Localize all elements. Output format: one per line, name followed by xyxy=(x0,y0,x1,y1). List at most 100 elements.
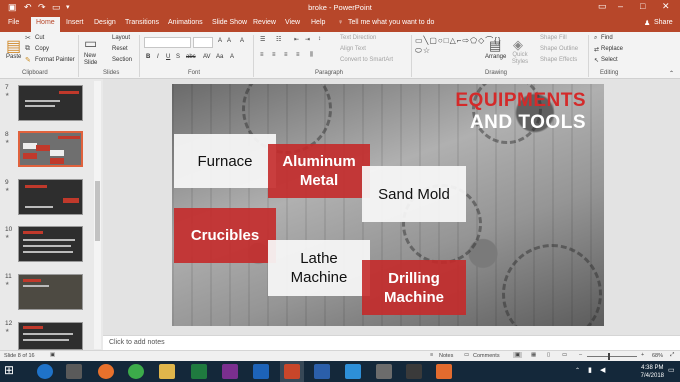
shadow-icon[interactable]: S xyxy=(176,54,180,60)
paste-icon[interactable]: ▤ xyxy=(6,36,21,56)
media-icon[interactable] xyxy=(345,364,361,379)
excel-icon[interactable] xyxy=(191,364,207,379)
justify-icon[interactable]: ≡ xyxy=(296,52,300,58)
tab-animations[interactable]: Animations xyxy=(168,19,203,26)
tab-design[interactable]: Design xyxy=(94,19,116,26)
firefox-icon[interactable] xyxy=(98,364,114,379)
thumbnail-scrollbar[interactable] xyxy=(94,81,101,349)
zoom-level[interactable]: 68% xyxy=(652,353,663,359)
aluminum-metal-box[interactable]: Aluminum Metal xyxy=(268,144,370,198)
find-button[interactable]: Find xyxy=(601,35,613,41)
strikethrough-icon[interactable]: abc xyxy=(186,54,196,60)
minimize-button[interactable]: – xyxy=(618,1,623,11)
tab-view[interactable]: View xyxy=(285,19,300,26)
chrome-icon[interactable] xyxy=(128,364,144,379)
drilling-machine-box[interactable]: Drilling Machine xyxy=(362,260,466,315)
zoom-slider-thumb[interactable] xyxy=(608,353,610,360)
notes-button[interactable]: Notes xyxy=(439,353,453,359)
select-button[interactable]: Select xyxy=(601,57,618,63)
italic-icon[interactable]: I xyxy=(157,54,159,60)
change-case-icon[interactable]: Aa xyxy=(216,54,223,60)
shrink-font-icon[interactable]: A xyxy=(227,38,231,44)
font-name-box[interactable] xyxy=(144,37,191,48)
share-icon[interactable]: ♟ xyxy=(644,19,650,27)
align-left-icon[interactable]: ≡ xyxy=(260,52,264,58)
clear-formatting-icon[interactable]: A xyxy=(240,38,244,44)
new-slide-button[interactable]: New Slide xyxy=(84,53,100,67)
slide-title-line1[interactable]: EQUIPMENTS xyxy=(455,90,586,112)
taskbar-clock[interactable]: 4:38 PM 7/4/2018 xyxy=(641,364,664,380)
columns-icon[interactable]: ⫼ xyxy=(310,52,313,59)
shape-fill-button[interactable]: Shape Fill xyxy=(540,35,567,41)
shape-outline-button[interactable]: Shape Outline xyxy=(540,46,578,52)
tab-review[interactable]: Review xyxy=(253,19,276,26)
maximize-button[interactable]: □ xyxy=(640,1,645,11)
slide-thumbnail[interactable] xyxy=(18,179,83,215)
bullets-icon[interactable]: ☰ xyxy=(260,36,265,43)
shape-effects-button[interactable]: Shape Effects xyxy=(540,57,577,63)
layout-button[interactable]: Layout xyxy=(112,35,130,41)
copy-button[interactable]: Copy xyxy=(35,46,49,52)
media-player-icon[interactable] xyxy=(66,364,82,379)
align-right-icon[interactable]: ≡ xyxy=(284,52,288,58)
character-spacing-icon[interactable]: AV xyxy=(203,54,211,60)
text-direction-button[interactable]: Text Direction xyxy=(340,35,376,41)
slide[interactable]: EQUIPMENTS AND TOOLS Furnace Aluminum Me… xyxy=(172,84,604,326)
tell-me-icon[interactable]: ♀ xyxy=(338,19,343,26)
lathe-machine-box[interactable]: Lathe Machine xyxy=(268,240,370,296)
app-icon[interactable] xyxy=(376,364,392,379)
tell-me-box[interactable]: Tell me what you want to do xyxy=(348,19,434,26)
zoom-slider[interactable] xyxy=(587,356,637,357)
align-text-button[interactable]: Align Text xyxy=(340,46,366,52)
word-icon[interactable] xyxy=(314,364,330,379)
spell-check-icon[interactable]: ▣ xyxy=(50,352,55,358)
format-painter-button[interactable]: Format Painter xyxy=(35,57,75,63)
windows-start-icon[interactable]: ⊞ xyxy=(4,363,20,378)
sand-mold-box[interactable]: Sand Mold xyxy=(362,166,466,222)
tab-file[interactable]: File xyxy=(8,19,19,26)
underline-icon[interactable]: U xyxy=(166,54,170,60)
internet-explorer-icon[interactable] xyxy=(37,364,53,379)
tab-help[interactable]: Help xyxy=(311,19,325,26)
paste-button[interactable]: Paste xyxy=(6,54,21,60)
notifications-icon[interactable]: ▭ xyxy=(668,366,675,374)
reset-button[interactable]: Reset xyxy=(112,46,128,52)
slide-thumbnail[interactable] xyxy=(18,322,83,350)
network-icon[interactable]: ▮ xyxy=(588,366,592,374)
tab-transitions[interactable]: Transitions xyxy=(125,19,159,26)
quick-styles-button[interactable]: Quick Styles xyxy=(508,52,532,66)
outlook-icon[interactable] xyxy=(253,364,269,379)
reading-view-icon[interactable]: ▯ xyxy=(547,352,550,358)
volume-icon[interactable]: ◀ xyxy=(600,366,605,374)
onenote-icon[interactable] xyxy=(222,364,238,379)
slide-title-line2[interactable]: AND TOOLS xyxy=(470,112,586,134)
tab-home[interactable]: Home xyxy=(31,17,60,32)
share-button[interactable]: Share xyxy=(654,19,673,26)
section-button[interactable]: Section xyxy=(112,57,132,63)
arrange-button[interactable]: Arrange xyxy=(485,54,506,60)
bold-icon[interactable]: B xyxy=(146,54,150,60)
close-button[interactable]: ✕ xyxy=(662,1,670,12)
replace-button[interactable]: Replace xyxy=(601,46,623,52)
slide-show-icon[interactable]: ▭ xyxy=(562,352,567,358)
decrease-indent-icon[interactable]: ⇤ xyxy=(294,36,299,43)
ribbon-display-icon[interactable]: ▭ xyxy=(598,1,607,12)
grow-font-icon[interactable]: A xyxy=(218,38,222,44)
tray-chevron-icon[interactable]: ⌃ xyxy=(575,367,580,374)
align-center-icon[interactable]: ≡ xyxy=(272,52,276,58)
slide-thumbnail-selected[interactable] xyxy=(18,131,83,167)
tab-insert[interactable]: Insert xyxy=(66,19,84,26)
app-icon[interactable] xyxy=(436,364,452,379)
font-color-icon[interactable]: A xyxy=(230,54,234,60)
font-size-box[interactable] xyxy=(193,37,213,48)
slide-thumbnail[interactable] xyxy=(18,85,83,121)
scrollbar-thumb[interactable] xyxy=(95,181,100,241)
fit-to-window-icon[interactable]: ⤢ xyxy=(670,352,674,359)
slide-thumbnail[interactable] xyxy=(18,226,83,262)
cut-button[interactable]: Cut xyxy=(35,35,44,41)
increase-indent-icon[interactable]: ⇥ xyxy=(305,36,310,43)
numbering-icon[interactable]: ☷ xyxy=(276,36,281,43)
slide-thumbnail[interactable] xyxy=(18,274,83,310)
powerpoint-taskbar-button[interactable] xyxy=(280,361,304,382)
shapes-gallery[interactable]: ▭╲▢○□△⌐⇨⬠◇⌒{}⬭☆ xyxy=(415,36,501,66)
